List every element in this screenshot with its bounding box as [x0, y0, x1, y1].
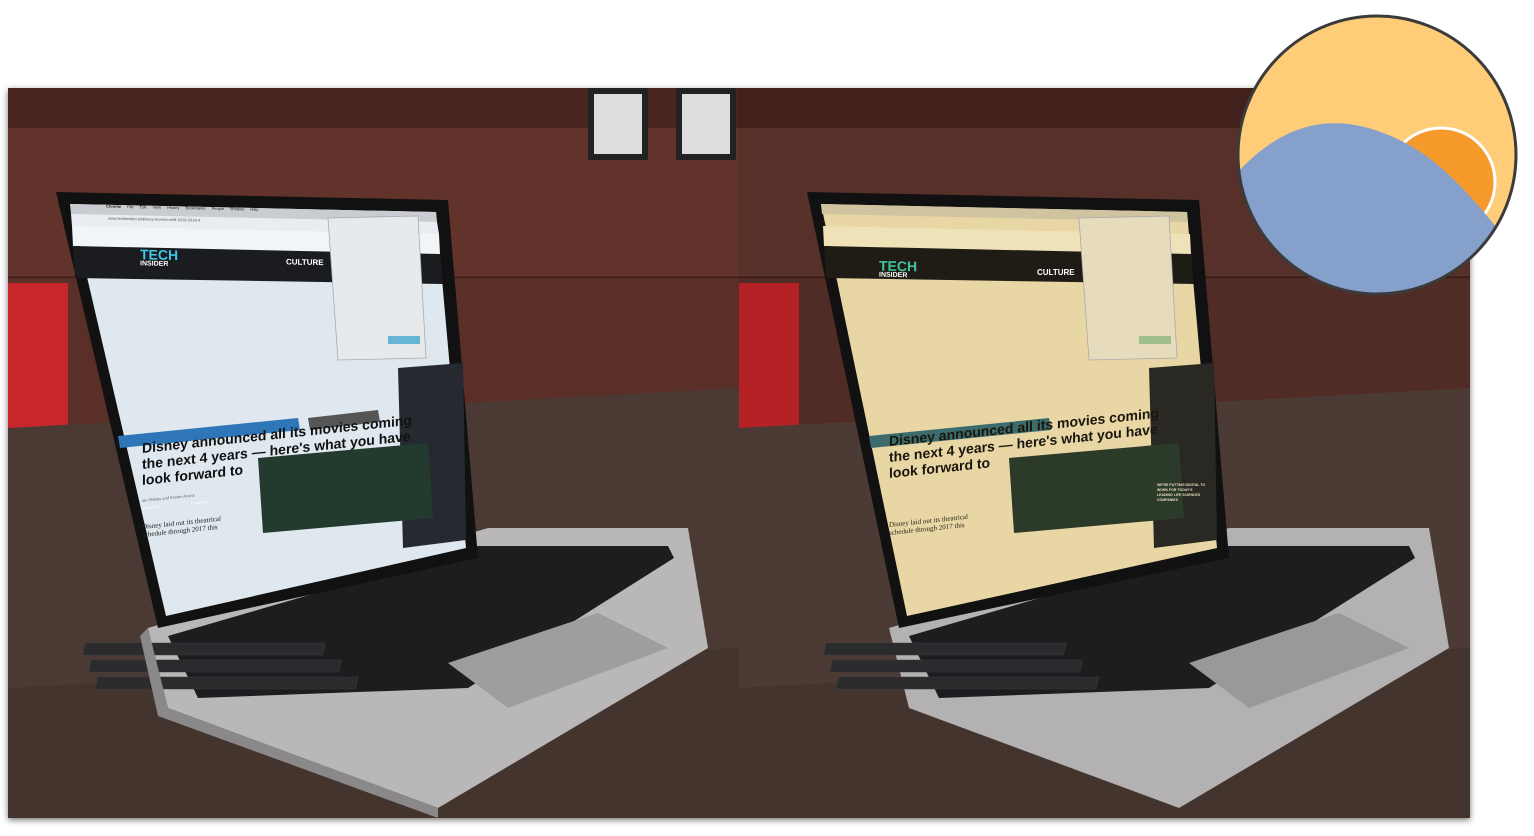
menu-bookmarks[interactable]: Bookmarks: [186, 205, 206, 210]
share-linkedin-button[interactable]: LINKEDIN: [191, 500, 207, 506]
menu-people[interactable]: People: [212, 206, 224, 211]
site-logo[interactable]: TECH INSIDER: [879, 258, 917, 281]
share-facebook-button[interactable]: FACEBOOK: [142, 505, 161, 511]
section-label[interactable]: CULTURE: [1037, 268, 1075, 277]
menu-window[interactable]: Window: [230, 206, 244, 211]
menu-history[interactable]: History: [167, 205, 179, 210]
photo-blue-light: Chrome File Edit View History Bookmarks …: [8, 88, 739, 818]
section-label[interactable]: CULTURE: [286, 257, 324, 267]
menu-help[interactable]: Help: [250, 207, 258, 212]
menu-view[interactable]: View: [152, 205, 161, 210]
menu-file[interactable]: File: [127, 204, 133, 209]
site-logo[interactable]: TECH INSIDER: [140, 246, 178, 269]
menu-chrome[interactable]: Chrome: [106, 204, 121, 209]
ad-text: WE'RE PUTTING DIGITAL TO WORK FOR TODAY'…: [1157, 483, 1206, 502]
menu-edit[interactable]: Edit: [140, 204, 147, 209]
app-icon: [1236, 14, 1518, 296]
